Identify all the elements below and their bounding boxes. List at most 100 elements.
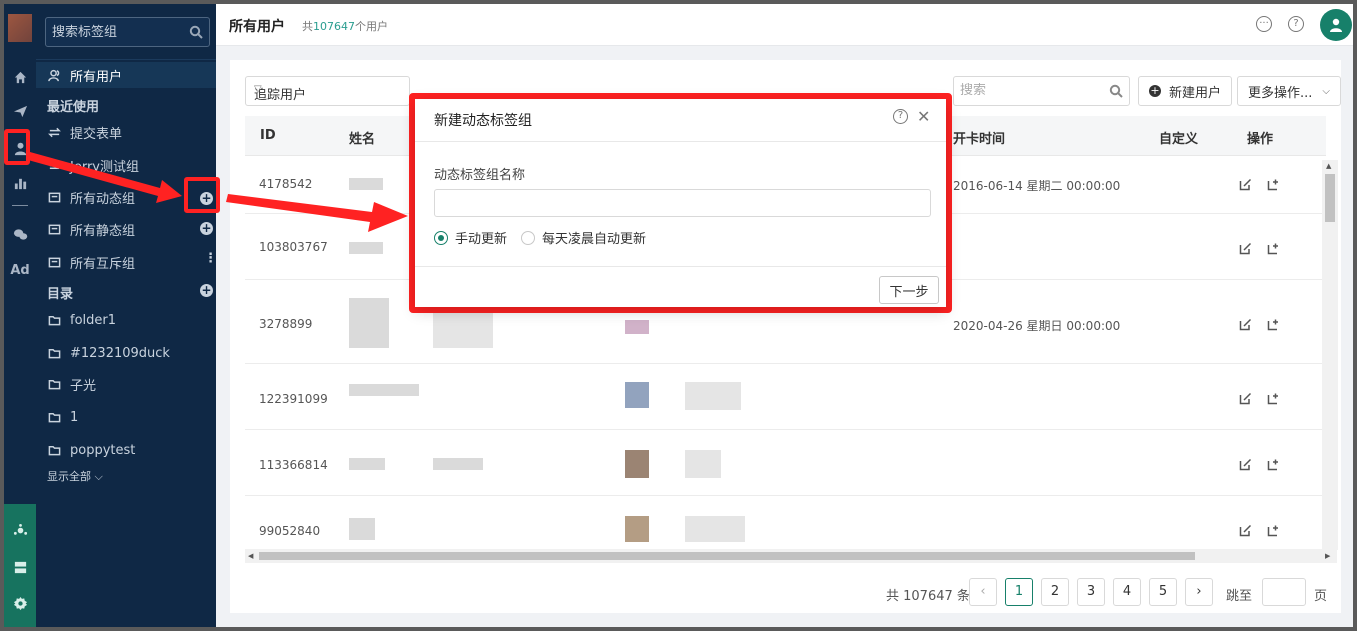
scrollbar-thumb[interactable] (259, 552, 1195, 560)
sidebar-folder[interactable]: poppytest (36, 437, 216, 463)
prev-page-button[interactable]: ‹ (969, 578, 997, 606)
edit-icon[interactable] (1239, 318, 1252, 331)
page-button[interactable]: 4 (1113, 578, 1141, 606)
radio-dot (521, 230, 535, 245)
folder-icon (47, 377, 61, 391)
vertical-scrollbar[interactable]: ▲ (1322, 160, 1338, 550)
users-icon (47, 68, 61, 82)
table-row[interactable]: 99052840 (245, 496, 1326, 549)
group-name-input[interactable] (434, 189, 931, 217)
sidebar-item-recent[interactable]: 提交表单 (36, 119, 216, 145)
folder-label: 子光 (70, 378, 97, 394)
add-tag-icon[interactable] (1267, 242, 1280, 255)
scroll-right-icon[interactable]: ▶ (1325, 552, 1330, 560)
new-user-button[interactable]: + 新建用户 (1138, 76, 1233, 106)
page-button[interactable]: 3 (1077, 578, 1105, 606)
annotation-box-user-icon (4, 129, 30, 165)
manual-update-radio[interactable]: 手动更新 (434, 228, 507, 247)
edit-icon[interactable] (1239, 178, 1252, 191)
send-icon[interactable] (4, 100, 36, 122)
search-icon[interactable] (189, 25, 203, 39)
sidebar-item-label: 所有互斥组 (70, 256, 136, 272)
search-icon[interactable] (1109, 84, 1123, 102)
edit-icon[interactable] (1239, 524, 1252, 537)
folder-label: folder1 (70, 312, 117, 328)
wechat-icon[interactable] (4, 223, 36, 245)
table-row[interactable]: 122391099 (245, 364, 1326, 430)
page-button[interactable]: 1 (1005, 578, 1033, 606)
folder-icon (47, 346, 61, 360)
add-tag-icon[interactable] (1267, 318, 1280, 331)
sidebar-folder[interactable]: folder1 (36, 307, 216, 333)
page-button[interactable]: 2 (1041, 578, 1069, 606)
next-step-button[interactable]: 下一步 (879, 276, 939, 304)
table-search (953, 76, 1130, 106)
add-tag-icon[interactable] (1267, 178, 1280, 191)
scroll-left-icon[interactable]: ◀ (248, 552, 253, 560)
open-time: 2020-04-26 星期日 00:00:00 (953, 319, 1121, 333)
page-suffix: 页 (1314, 589, 1328, 604)
sidebar-item-exclusive-groups[interactable]: 所有互斥组 (36, 249, 216, 275)
show-all-link[interactable]: 显示全部 ⌵ (47, 468, 103, 484)
folder-label: poppytest (70, 442, 136, 458)
tag-group-search-input[interactable] (52, 23, 182, 41)
close-icon[interactable]: ✕ (917, 107, 930, 126)
column-header[interactable]: 姓名 (349, 128, 375, 147)
ad-icon[interactable]: Ad (4, 259, 36, 281)
blurred-name (349, 242, 383, 254)
folder-label: 1 (70, 409, 79, 425)
table-search-input[interactable] (960, 83, 1100, 98)
edit-icon[interactable] (1239, 392, 1252, 405)
add-tag-icon[interactable] (1267, 458, 1280, 471)
scrollbar-thumb[interactable] (1325, 174, 1335, 222)
top-header: 所有用户 共107647个用户 ··· ? (216, 4, 1353, 46)
column-header[interactable]: 开卡时间 (953, 128, 1005, 147)
sidebar-item-static-groups[interactable]: 所有静态组 (36, 216, 216, 242)
sidebar-folder[interactable]: 1 (36, 404, 216, 430)
user-id: 3278899 (259, 317, 313, 331)
add-tag-icon[interactable] (1267, 392, 1280, 405)
user-id: 103803767 (259, 240, 328, 254)
add-static-group-icon[interactable]: + (200, 222, 213, 235)
help-icon[interactable]: ? (893, 109, 908, 124)
edit-icon[interactable] (1239, 458, 1252, 471)
blurred-avatar (625, 450, 649, 478)
user-filter-select[interactable]: 追踪用户 ▽ (245, 76, 410, 106)
next-page-button[interactable]: › (1185, 578, 1213, 606)
blurred-name (349, 178, 383, 190)
more-vertical-icon[interactable]: ⋮ (204, 252, 217, 265)
blurred-avatar (625, 516, 649, 542)
sidebar-item-recent[interactable]: Jerry测试组 (36, 152, 216, 178)
column-header[interactable]: 自定义 (1159, 128, 1198, 147)
home-icon[interactable] (4, 66, 36, 88)
goto-label: 跳至 (1226, 589, 1253, 604)
message-icon[interactable]: ··· (1256, 16, 1272, 32)
sidebar-item-all-users[interactable]: 所有用户 (36, 62, 216, 88)
server-icon[interactable] (4, 556, 36, 578)
blurred-data (433, 458, 483, 470)
chevron-down-icon: ▽ (254, 84, 262, 95)
edit-icon[interactable] (1239, 242, 1252, 255)
chart-icon[interactable] (4, 172, 36, 194)
sidebar-folder[interactable]: 子光 (36, 371, 216, 397)
gear-icon[interactable] (4, 592, 36, 614)
column-header[interactable]: ID (260, 128, 276, 143)
help-icon[interactable]: ? (1288, 16, 1304, 32)
app-logo (8, 14, 32, 42)
table-row[interactable]: 113366814 (245, 430, 1326, 496)
avatar[interactable] (1320, 9, 1352, 41)
blurred-avatar (625, 382, 649, 408)
more-actions-button[interactable]: 更多操作... ⌵ (1237, 76, 1341, 106)
daily-auto-update-radio[interactable]: 每天凌晨自动更新 (521, 228, 646, 247)
goto-page-input[interactable] (1262, 578, 1306, 606)
horizontal-scrollbar[interactable]: ◀ ▶ (245, 549, 1337, 563)
column-header: 操作 (1247, 132, 1274, 147)
page-button[interactable]: 5 (1149, 578, 1177, 606)
sidebar-divider (36, 59, 216, 60)
blurred-name (349, 518, 375, 540)
analytics-icon[interactable] (4, 519, 36, 541)
add-tag-icon[interactable] (1267, 524, 1280, 537)
sidebar-folder[interactable]: #1232109duck (36, 340, 216, 366)
scroll-up-icon[interactable]: ▲ (1326, 162, 1331, 170)
add-folder-icon[interactable]: + (200, 284, 213, 297)
